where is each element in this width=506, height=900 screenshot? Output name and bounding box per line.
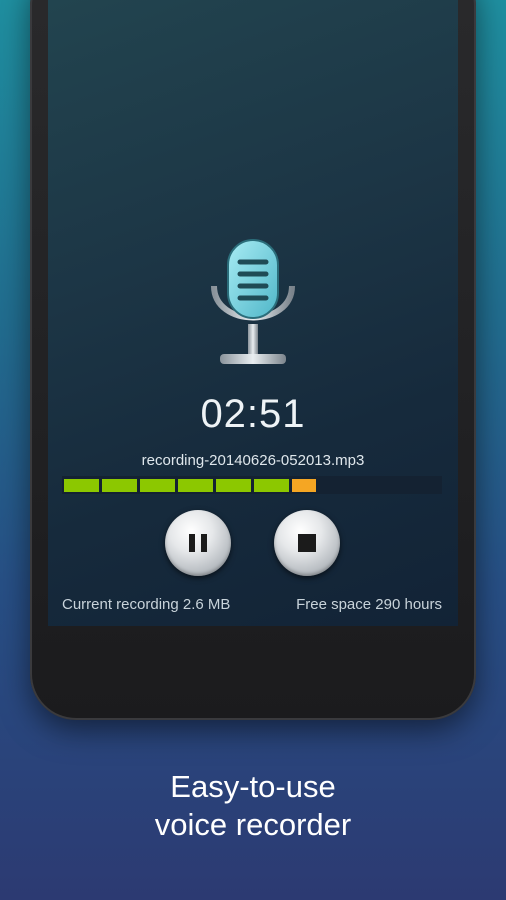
level-meter-segment [254,479,289,492]
recorder-screen: 02:51 recording-20140626-052013.mp3 Curr… [48,0,458,626]
level-meter [62,476,442,494]
level-meter-segment [64,479,99,492]
level-meter-segment [102,479,137,492]
promo-line-1: Easy-to-use [170,769,336,804]
pause-button[interactable] [165,510,231,576]
microphone-icon [211,239,295,364]
level-meter-segment [178,479,213,492]
level-meter-segment [292,479,316,492]
recording-filename: recording-20140626-052013.mp3 [141,452,365,469]
promo-line-2: voice recorder [154,807,352,842]
level-meter-segment [140,479,175,492]
pause-icon [189,534,207,552]
current-recording-size: Current recording 2.6 MB [62,596,231,613]
stop-button[interactable] [274,510,340,576]
promo-tagline: Easy-to-use voice recorder [0,768,506,844]
level-meter-segment [216,479,251,492]
stop-icon [298,534,316,552]
recording-timer: 02:51 [200,392,306,436]
free-space-label: Free space 290 hours [296,596,442,613]
